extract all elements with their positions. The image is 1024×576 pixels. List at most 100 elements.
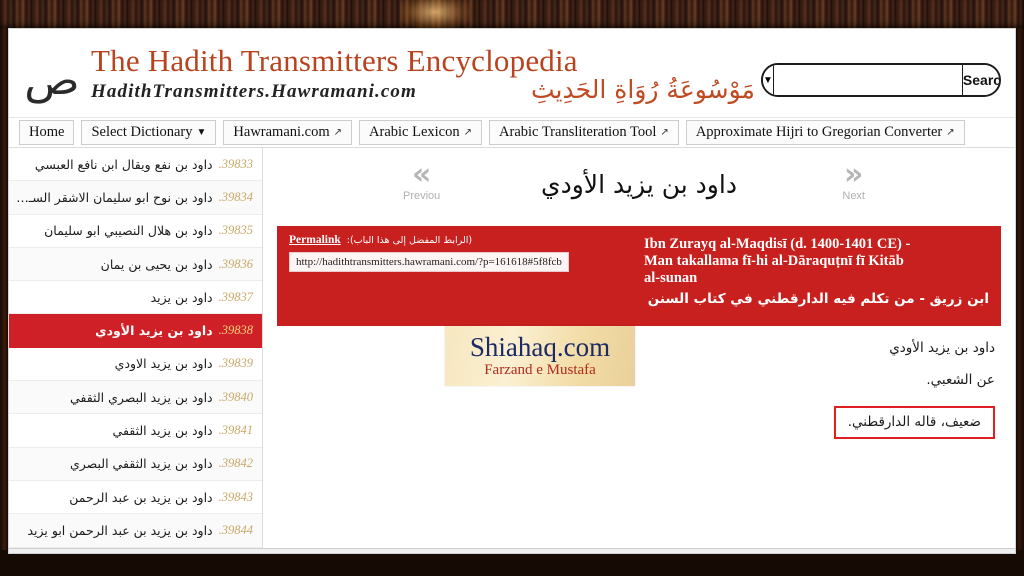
site-subtitle-arabic: مَوْسُوعَةُ رُوَاةِ الحَدِيثِ [531, 75, 755, 104]
entry-body-line: عن الشعبي. [926, 372, 995, 388]
sidebar-entry-39844[interactable]: 39844. داود بن يزيد بن عبد الرحمن ابو يزي… [9, 514, 262, 548]
chevron-double-right-icon: » [843, 157, 864, 192]
nav-item-approximate-hijri-to-gregorian-converter[interactable]: Approximate Hijri to Gregorian Converter… [685, 120, 965, 145]
nav-item-label: Select Dictionary [91, 124, 193, 140]
site-title-block: The Hadith Transmitters Encyclopedia Had… [91, 43, 755, 111]
sidebar-entry-number: 39843. [218, 489, 253, 504]
sidebar-entry-number: 39840. [218, 389, 253, 404]
nav-item-home[interactable]: Home [19, 120, 75, 145]
sidebar-entry-39842[interactable]: 39842. داود بن يزيد الثقفي البصري [9, 447, 262, 481]
nav-item-select-dictionary[interactable]: Select Dictionary ▼ [81, 120, 217, 145]
chevron-down-icon: ▼ [196, 127, 207, 138]
next-entry-label: Next [842, 190, 865, 202]
sidebar-entry-label: داود بن يزيد الثقفي [112, 423, 213, 439]
sidebar-entry-39841[interactable]: 39841. داود بن يزيد الثقفي [9, 414, 262, 448]
nav-item-label: Arabic Transliteration Tool [499, 124, 657, 140]
bookshelf-banner-image [0, 0, 1024, 30]
highlighted-verdict-wrapper: ضعيف، قاله الدارقطني. [283, 404, 995, 455]
nav-item-arabic-lexicon[interactable]: Arabic Lexicon ↗ [359, 120, 483, 145]
nav-item-hawramani-com[interactable]: Hawramani.com ↗ [223, 120, 353, 145]
nav-item-label: Home [29, 124, 65, 140]
content-area: 39833. داود بن نفع ويقال ابن نافع العبسي 3… [9, 147, 1015, 549]
external-link-icon: ↗ [660, 127, 669, 138]
source-heading-panel: Permalink (الرابط المفضل إلى هذا الباب):… [277, 226, 1001, 326]
entry-title: داود بن يزيد الأودي [541, 169, 737, 199]
sidebar-entry-39839[interactable]: 39839. داود بن يزيد الاودي [9, 347, 262, 382]
sidebar-entry-number: 39835. [218, 223, 253, 238]
sidebar-entry-label: داود بن يزيد الأودي [95, 323, 213, 339]
sidebar-entry-number: 39834. [218, 189, 253, 204]
sidebar-entry-number: 39842. [218, 456, 253, 471]
page-title: The Hadith Transmitters Encyclopedia [91, 43, 578, 78]
search-widget: ▼ Search [761, 63, 1001, 97]
arabic-calligraphy-logo-icon: ص [24, 58, 80, 104]
sidebar-entry-number: 39836. [218, 256, 253, 271]
chevron-double-left-icon: « [411, 157, 432, 192]
nav-item-label: Hawramani.com [233, 124, 330, 140]
permalink-link[interactable]: Permalink [289, 234, 341, 246]
search-input[interactable] [773, 65, 962, 95]
sidebar-entry-number: 39844. [218, 522, 253, 537]
sidebar-entry-number: 39841. [218, 423, 253, 438]
next-entry-button[interactable]: » Next [842, 157, 865, 203]
sidebar-entry-number: 39838. [218, 323, 253, 338]
sidebar-entry-label: داود بن يزيد الاودي [114, 356, 213, 372]
sidebar-entry-label: داود بن يزيد بن عبد الرحمن [69, 489, 213, 505]
entry-body-text: داود بن يزيد الأودي عن الشعبي. ضعيف، قال… [263, 326, 1015, 455]
sidebar-entry-39836[interactable]: 39836. داود بن يحيى بن يمان [9, 247, 262, 282]
browser-bottom-strip [8, 548, 1016, 554]
sidebar-entry-label: داود بن يزيد [150, 289, 213, 305]
sidebar-entry-label: داود بن يزيد الثقفي البصري [69, 456, 213, 472]
site-domain-text: HadithTransmitters.Hawramani.com [91, 81, 417, 102]
entry-body-line: داود بن يزيد الأودي [889, 340, 995, 356]
source-heading-text: Ibn Zurayq al-Maqdisī (d. 1400-1401 CE) … [644, 234, 989, 307]
sidebar-entry-39838[interactable]: 39838. داود بن يزيد الأودي [9, 314, 262, 348]
permalink-url-field[interactable]: http://hadithtransmitters.hawramani.com/… [289, 252, 569, 272]
external-link-icon: ↗ [333, 127, 343, 138]
sidebar-entry-number: 39833. [218, 156, 253, 171]
source-heading-en-line3: al-sunan [644, 270, 698, 286]
permalink-arabic-note: (الرابط المفضل إلى هذا الباب): [346, 234, 473, 246]
sidebar-entry-label: داود بن هلال النصيبي ابو سليمان [44, 223, 213, 239]
watermark-overlay: Shiahaq.com Farzand e Mustafa [445, 326, 635, 386]
browser-screenshot: ص The Hadith Transmitters Encyclopedia H… [0, 0, 1024, 576]
sidebar-entry-number: 39839. [218, 356, 253, 371]
external-link-icon: ↗ [946, 127, 955, 138]
permalink-line: Permalink (الرابط المفضل إلى هذا الباب): [289, 234, 599, 246]
sidebar-entry-39840[interactable]: 39840. داود بن يزيد البصري الثقفي [9, 381, 262, 415]
sidebar-entry-number: 39837. [218, 289, 253, 304]
sidebar-entry-39834[interactable]: 39834. داود بن نوح ابو سليمان الاشقر السـ… [9, 181, 262, 215]
entry-navigation: « Previou داود بن يزيد الأودي » Next [263, 148, 1015, 220]
sidebar-entry-39833[interactable]: 39833. داود بن نفع ويقال ابن نافع العبسي [9, 148, 262, 182]
sidebar-entry-39835[interactable]: 39835. داود بن هلال النصيبي ابو سليمان [9, 214, 262, 248]
entry-detail-main: « Previou داود بن يزيد الأودي » Next Per… [263, 148, 1015, 549]
sidebar-entry-label: داود بن نوح ابو سليمان الاشقر السـمـار..… [15, 189, 213, 205]
nav-item-arabic-transliteration-tool[interactable]: Arabic Transliteration Tool ↗ [489, 120, 679, 145]
sidebar-entry-39837[interactable]: 39837. داود بن يزيد [9, 281, 262, 315]
main-navigation-bar: Home Select Dictionary ▼ Hawramani.com ↗ Arab… [9, 117, 1015, 147]
source-heading-arabic: ابن زريق - من تكلم فيه الدارقطني في كتاب… [647, 291, 989, 307]
sidebar-entry-label: داود بن نفع ويقال ابن نافع العبسي [34, 156, 213, 172]
permalink-block: Permalink (الرابط المفضل إلى هذا الباب):… [289, 234, 599, 272]
sidebar-entry-39843[interactable]: 39843. داود بن يزيد بن عبد الرحمن [9, 480, 262, 515]
entry-list-sidebar[interactable]: 39833. داود بن نفع ويقال ابن نافع العبسي 3… [9, 148, 263, 549]
nav-item-label: Approximate Hijri to Gregorian Converter [695, 124, 943, 140]
watermark-tagline: Farzand e Mustafa [484, 362, 596, 378]
watermark-site-name: Shiahaq.com [469, 332, 611, 362]
sidebar-entry-label: داود بن يزيد بن عبد الرحمن ابو يزيد [27, 522, 213, 538]
nav-item-label: Arabic Lexicon [369, 124, 460, 140]
search-scope-dropdown[interactable]: ▼ [763, 65, 774, 95]
source-heading-en-line1: Ibn Zurayq al-Maqdisī (d. 1400-1401 CE) … [644, 236, 911, 252]
search-button[interactable]: Search [961, 65, 999, 95]
page-sheet: ص The Hadith Transmitters Encyclopedia H… [8, 28, 1016, 550]
external-link-icon: ↗ [463, 127, 473, 138]
sidebar-entry-label: داود بن يحيى بن يمان [100, 256, 213, 272]
sidebar-entry-label: داود بن يزيد البصري الثقفي [69, 389, 213, 405]
site-header: ص The Hadith Transmitters Encyclopedia H… [9, 29, 1015, 117]
chevron-down-icon: ▼ [763, 74, 773, 86]
previous-entry-button[interactable]: « Previou [403, 157, 441, 203]
right-page-edge [1016, 28, 1024, 550]
highlighted-verdict-text: ضعيف، قاله الدارقطني. [833, 406, 995, 439]
previous-entry-label: Previou [403, 190, 441, 202]
source-heading-en-line2: Man takallama fī-hi al-Dāraquṭnī fī Kitā… [644, 253, 904, 269]
